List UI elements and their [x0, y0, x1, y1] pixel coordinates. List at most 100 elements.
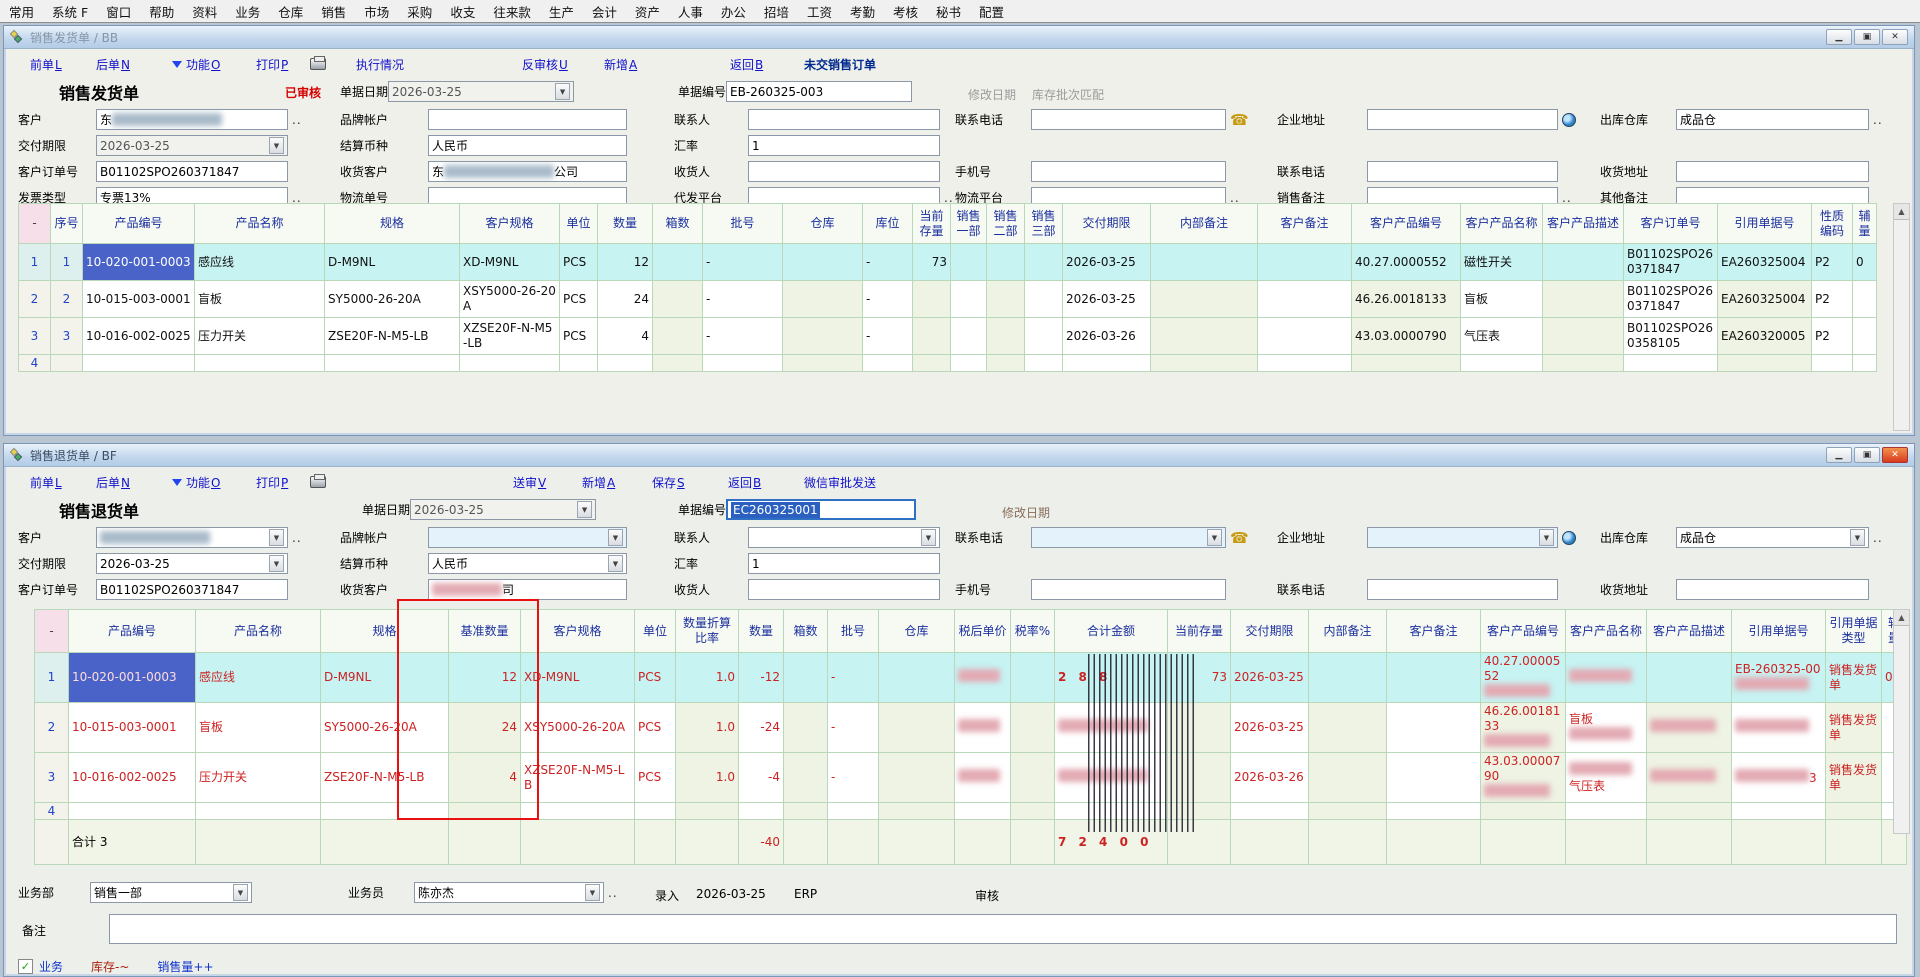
deadline-field-value[interactable]: 2026-03-25▼: [96, 553, 288, 574]
cell[interactable]: [449, 803, 521, 820]
column-header[interactable]: 箱数: [653, 204, 703, 244]
cell[interactable]: [1732, 803, 1826, 820]
contact-phone2-field-value[interactable]: [1367, 161, 1558, 182]
cell[interactable]: 43.03.0000790: [1481, 753, 1566, 803]
cell[interactable]: [635, 803, 676, 820]
cell[interactable]: [955, 703, 1011, 753]
cell[interactable]: PCS: [560, 318, 598, 355]
cell[interactable]: 盲板: [195, 281, 325, 318]
cell[interactable]: 1: [35, 653, 69, 703]
cell[interactable]: 2: [19, 281, 51, 318]
doc-no-field-value[interactable]: EB-260325-003: [726, 81, 912, 102]
column-header[interactable]: -: [35, 610, 69, 653]
menu-item[interactable]: 工资: [798, 0, 841, 24]
cell[interactable]: -: [828, 703, 879, 753]
cell[interactable]: [1543, 244, 1624, 281]
printer-icon[interactable]: [310, 474, 326, 489]
cell[interactable]: [1309, 653, 1387, 703]
cell[interactable]: [863, 355, 913, 372]
cell[interactable]: EB-260325-00: [1732, 653, 1826, 703]
cell[interactable]: 73: [913, 244, 951, 281]
column-header[interactable]: 内部备注: [1151, 204, 1258, 244]
return-button[interactable]: 返回B: [730, 56, 763, 73]
column-header[interactable]: 内部备注: [1309, 610, 1387, 653]
column-header[interactable]: 客户产品名称: [1461, 204, 1543, 244]
table-row[interactable]: 4: [19, 355, 1877, 372]
cell[interactable]: [1387, 803, 1481, 820]
column-header[interactable]: 单位: [635, 610, 676, 653]
remark-input[interactable]: [109, 914, 1897, 944]
chevron-down-icon[interactable]: ▼: [269, 555, 284, 572]
cell[interactable]: [1258, 244, 1352, 281]
mobile-field-value[interactable]: [1031, 579, 1226, 600]
return-button[interactable]: 返回B: [728, 474, 761, 491]
cell[interactable]: [1826, 803, 1882, 820]
menu-item[interactable]: 资产: [626, 0, 669, 24]
cell[interactable]: [598, 355, 653, 372]
print-button[interactable]: 打印P: [256, 56, 288, 73]
cell[interactable]: [1853, 355, 1877, 372]
cell[interactable]: -: [863, 318, 913, 355]
cell[interactable]: [783, 318, 863, 355]
menu-item[interactable]: 会计: [583, 0, 626, 24]
lookup-button[interactable]: ..: [1873, 113, 1883, 127]
column-header[interactable]: 箱数: [784, 610, 828, 653]
cell[interactable]: [1168, 753, 1231, 803]
cell[interactable]: [1055, 803, 1168, 820]
warehouse-field-value[interactable]: 成品仓: [1676, 109, 1869, 130]
column-header[interactable]: 客户规格: [521, 610, 635, 653]
cell[interactable]: [784, 703, 828, 753]
cell[interactable]: P2: [1812, 318, 1853, 355]
cell[interactable]: [1011, 653, 1055, 703]
maximize-button[interactable]: ▣: [1854, 29, 1880, 45]
pending-sales-orders-link[interactable]: 未交销售订单: [804, 56, 876, 73]
cell[interactable]: -: [828, 653, 879, 703]
cell[interactable]: [653, 244, 703, 281]
column-header[interactable]: 客户产品描述: [1647, 610, 1732, 653]
column-header[interactable]: 客户备注: [1387, 610, 1481, 653]
salesman-field-value[interactable]: 陈亦杰▼: [414, 882, 604, 903]
receive-address-field-value[interactable]: [1676, 161, 1869, 182]
cell[interactable]: 3: [1732, 753, 1826, 803]
cell[interactable]: XD-M9NL: [460, 244, 560, 281]
cell[interactable]: B01102SPO260358105: [1624, 318, 1718, 355]
chevron-down-icon[interactable]: ▼: [585, 884, 600, 901]
exchange-rate-field-value[interactable]: 1: [748, 135, 940, 156]
cell[interactable]: SY5000-26-20A: [325, 281, 460, 318]
cell[interactable]: [196, 803, 321, 820]
column-header[interactable]: 当前存量: [1168, 610, 1231, 653]
column-header[interactable]: 税率%: [1011, 610, 1055, 653]
column-header[interactable]: 库位: [863, 204, 913, 244]
cell[interactable]: 2026-03-26: [1063, 318, 1151, 355]
cell[interactable]: 气压表: [1566, 753, 1647, 803]
cell[interactable]: [879, 703, 955, 753]
cell[interactable]: EA260325004: [1718, 281, 1812, 318]
column-header[interactable]: 性质编码: [1812, 204, 1853, 244]
chevron-down-icon[interactable]: ▼: [555, 83, 570, 100]
cell[interactable]: [1151, 281, 1258, 318]
menu-item[interactable]: 系统 F: [43, 0, 97, 24]
column-header[interactable]: 引用单据号: [1718, 204, 1812, 244]
cell[interactable]: [521, 820, 635, 865]
cell[interactable]: [1309, 803, 1387, 820]
cell[interactable]: [1055, 703, 1168, 753]
lookup-button[interactable]: ..: [292, 531, 302, 545]
cell[interactable]: -: [828, 753, 879, 803]
cell[interactable]: [653, 318, 703, 355]
cell[interactable]: [987, 318, 1025, 355]
table-row[interactable]: 310-016-002-0025压力开关ZSE20F-N-M5-LB4XZSE2…: [35, 753, 1907, 803]
prev-doc-button[interactable]: 前单L: [30, 56, 62, 73]
doc-no-field-value[interactable]: EC260325001: [726, 499, 916, 520]
chevron-down-icon[interactable]: ▼: [233, 884, 248, 901]
lookup-button[interactable]: ..: [608, 886, 618, 900]
cell[interactable]: 40.27.0000552: [1352, 244, 1461, 281]
window1-titlebar[interactable]: 销售发货单 / BB ▁ ▣ ✕: [4, 26, 1914, 49]
cell[interactable]: -: [863, 281, 913, 318]
cell[interactable]: [1309, 820, 1387, 865]
cell[interactable]: 盲板: [196, 703, 321, 753]
cell[interactable]: PCS: [635, 753, 676, 803]
cell[interactable]: [1566, 820, 1647, 865]
cell[interactable]: B01102SPO260371847: [1624, 244, 1718, 281]
customer-field-value[interactable]: 东: [96, 109, 288, 130]
cell[interactable]: 0: [1853, 244, 1877, 281]
